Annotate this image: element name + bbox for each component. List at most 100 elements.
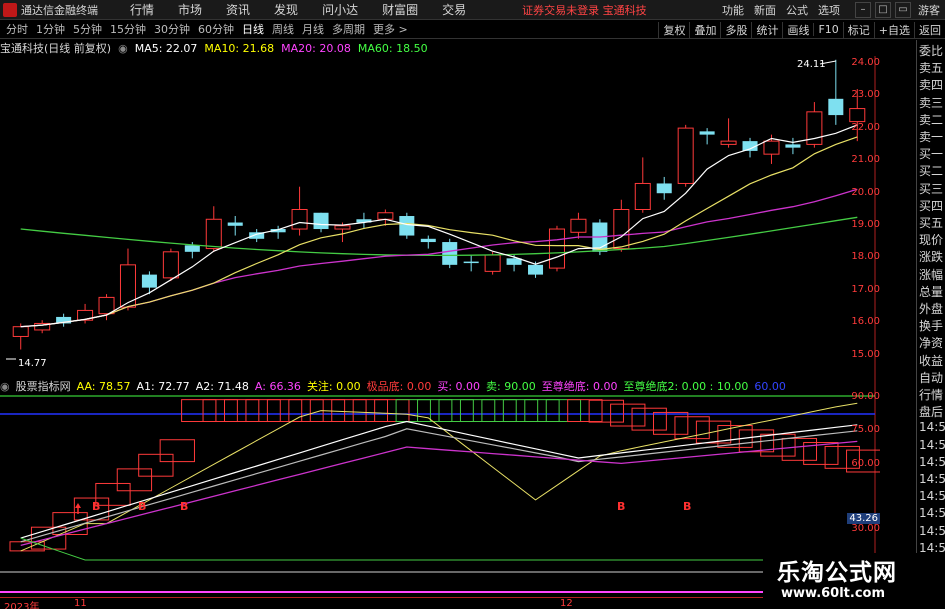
menu-item-wealth[interactable]: 财富圈 xyxy=(382,1,418,18)
b-marker: B xyxy=(180,500,188,513)
sidebar-item[interactable]: 现价 xyxy=(917,231,945,247)
period-tab-weekly[interactable]: 周线 xyxy=(272,21,294,37)
menu-item-ask[interactable]: 问小达 xyxy=(322,1,358,18)
app-title: 通达信金融终端 xyxy=(21,3,98,17)
settings-dot-icon[interactable]: ◉ xyxy=(118,42,128,55)
period-tab-intraday[interactable]: 分时 xyxy=(6,21,28,37)
period-tab-multi[interactable]: 多周期 xyxy=(332,21,365,37)
candle-body xyxy=(828,98,844,116)
sidebar-item[interactable]: 净资 xyxy=(917,334,945,350)
sidebar-item[interactable]: 14:5 xyxy=(917,472,945,488)
period-tab-5min[interactable]: 5分钟 xyxy=(73,21,102,37)
restore-icon[interactable]: ▭ xyxy=(895,2,911,18)
maximize-icon[interactable]: □ xyxy=(875,2,891,18)
sidebar-item[interactable]: 14:5 xyxy=(917,438,945,454)
indicator-tick: 30.00 xyxy=(851,523,880,534)
candle-body xyxy=(699,131,715,135)
candle-body xyxy=(334,225,351,230)
menu-item-news[interactable]: 资讯 xyxy=(226,1,250,18)
indicator-chart[interactable]: B B B B B xyxy=(0,378,880,598)
period-tab-daily[interactable]: 日线 xyxy=(242,21,264,37)
supreme-bottom2-readout: 至尊绝底2: 0.00 : 10.00 xyxy=(623,380,749,393)
sidebar-item[interactable]: 卖一 xyxy=(917,128,945,144)
b-marker: B xyxy=(683,500,691,513)
statistics-button[interactable]: 统计 xyxy=(751,21,782,38)
add-watchlist-button[interactable]: +自选 xyxy=(873,21,914,38)
sidebar-item[interactable]: 委比 xyxy=(917,42,945,58)
date-label-year: 2023年 xyxy=(4,602,40,609)
candlestick-chart[interactable]: 24.11 14.77 ◇ xyxy=(0,56,880,380)
sidebar-item[interactable]: 14:5 xyxy=(917,524,945,540)
sidebar-item[interactable]: 买一 xyxy=(917,145,945,161)
multi-stock-button[interactable]: 多股 xyxy=(720,21,751,38)
stock-title: 宝通科技(日线 前复权) xyxy=(0,42,112,55)
candle-body xyxy=(377,212,394,220)
sidebar-item[interactable]: 买五 xyxy=(917,214,945,230)
overlay-button[interactable]: 叠加 xyxy=(689,21,720,38)
sidebar-item[interactable]: 买二 xyxy=(917,162,945,178)
period-tab-60min[interactable]: 60分钟 xyxy=(198,21,234,37)
sidebar-item[interactable]: 涨幅 xyxy=(917,266,945,282)
sidebar-item[interactable]: 涨跌 xyxy=(917,248,945,264)
sidebar-item[interactable]: 盘后 xyxy=(917,403,945,419)
right-menu: 功能 新面 公式 选项 – □ ▭ 游客 xyxy=(717,0,945,20)
best-bottom-readout: 极品底: 0.00 xyxy=(366,380,432,393)
sidebar-item[interactable]: 14:5 xyxy=(917,506,945,522)
mark-button[interactable]: 标记 xyxy=(842,21,874,38)
sidebar-item[interactable]: 卖五 xyxy=(917,59,945,75)
menu-item-market[interactable]: 市场 xyxy=(178,1,202,18)
menu-item-formula[interactable]: 公式 xyxy=(786,2,808,18)
candle-body xyxy=(141,274,157,288)
sidebar-item[interactable]: 总量 xyxy=(917,283,945,299)
sidebar-item[interactable]: 14:5 xyxy=(917,420,945,436)
indicator-info: ◉ 股票指标网 AA: 78.57 A1: 72.77 A2: 71.48 A:… xyxy=(0,378,880,394)
sidebar-item[interactable]: 卖四 xyxy=(917,76,945,92)
indicator-tick: 90.00 xyxy=(851,391,880,402)
sidebar-item[interactable]: 外盘 xyxy=(917,300,945,316)
sidebar-item[interactable]: 收益 xyxy=(917,352,945,368)
period-tab-more[interactable]: 更多 > xyxy=(373,21,408,37)
sidebar-item[interactable]: 买四 xyxy=(917,197,945,213)
sidebar-item[interactable]: 14:5 xyxy=(917,455,945,471)
back-button[interactable]: 返回 xyxy=(914,21,945,38)
guest-user[interactable]: 游客 xyxy=(918,2,940,18)
price-axis: 24.00 23.00 22.00 21.00 20.00 19.00 18.0… xyxy=(851,56,880,380)
sidebar-item[interactable]: 14:5 xyxy=(917,489,945,505)
sidebar-item[interactable]: 换手 xyxy=(917,317,945,333)
menu-item-layout[interactable]: 新面 xyxy=(754,2,776,18)
menu-item-trade[interactable]: 交易 xyxy=(442,1,466,18)
candle-body xyxy=(442,242,458,265)
menu-item-quotes[interactable]: 行情 xyxy=(130,1,154,18)
candle-body xyxy=(484,254,501,272)
minimize-icon[interactable]: – xyxy=(855,2,871,18)
restore-rights-button[interactable]: 复权 xyxy=(658,21,689,38)
sidebar-item[interactable]: 卖三 xyxy=(917,94,945,110)
sidebar-item[interactable]: 自动 xyxy=(917,369,945,385)
main-menu: 行情 市场 资讯 发现 问小达 财富圈 交易 xyxy=(118,1,478,18)
ma20-label: MA20: 20.08 xyxy=(281,41,351,55)
period-tab-30min[interactable]: 30分钟 xyxy=(154,21,190,37)
period-tab-monthly[interactable]: 月线 xyxy=(302,21,324,37)
sidebar-item[interactable]: 行情 xyxy=(917,386,945,402)
title-bar: 通达信金融终端 行情 市场 资讯 发现 问小达 财富圈 交易 证券交易未登录 宝… xyxy=(0,0,945,20)
candle-body xyxy=(528,264,544,275)
draw-line-button[interactable]: 画线 xyxy=(782,21,813,38)
sell-readout: 卖: 90.00 xyxy=(486,380,536,393)
candle-body xyxy=(313,212,329,230)
price-tick: 24.00 xyxy=(851,57,880,68)
candle-body xyxy=(613,209,630,250)
f10-button[interactable]: F10 xyxy=(813,23,842,36)
candle-body xyxy=(12,326,29,337)
price-tick: 21.00 xyxy=(851,154,880,165)
period-tab-15min[interactable]: 15分钟 xyxy=(110,21,146,37)
sidebar-item[interactable]: 卖二 xyxy=(917,111,945,127)
login-notice[interactable]: 证券交易未登录 宝通科技 xyxy=(522,2,647,18)
indicator-name[interactable]: 股票指标网 xyxy=(16,378,71,394)
period-tab-1min[interactable]: 1分钟 xyxy=(36,21,65,37)
sidebar-item[interactable]: 买三 xyxy=(917,180,945,196)
menu-item-function[interactable]: 功能 xyxy=(722,2,744,18)
indicator-tick: 75.00 xyxy=(851,424,880,435)
menu-item-options[interactable]: 选项 xyxy=(818,2,840,18)
menu-item-discover[interactable]: 发现 xyxy=(274,1,298,18)
indicator-settings-icon[interactable]: ◉ xyxy=(0,380,10,393)
